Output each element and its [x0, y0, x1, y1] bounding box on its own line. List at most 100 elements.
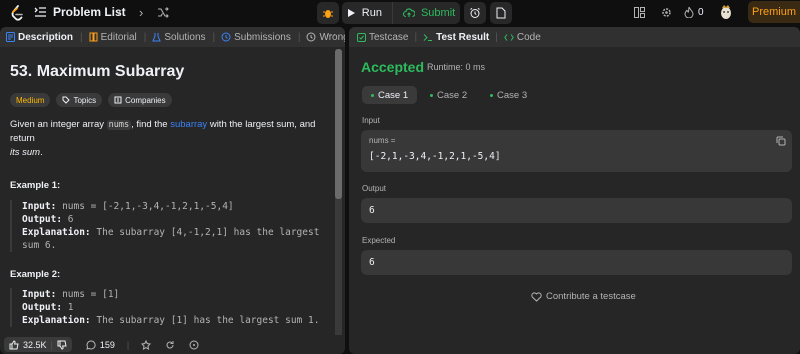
result-panel: Testcase | Test Result | Code Accepted R… [349, 27, 800, 354]
tab-code[interactable]: Code [504, 32, 547, 43]
like-button[interactable]: 32.5K [9, 340, 47, 350]
thumbs-down-icon [57, 340, 67, 350]
scrollbar[interactable] [335, 49, 342, 349]
tab-submissions[interactable]: Submissions [221, 32, 298, 43]
terminal-icon [423, 33, 433, 41]
next-problem-icon[interactable]: › [139, 5, 143, 20]
tab-description-label: Description [18, 31, 74, 43]
gear-icon[interactable] [661, 7, 672, 18]
example-title: Example 2: [10, 269, 61, 280]
problem-tabs: Description | Editorial | Solutions | Su… [0, 27, 345, 47]
checkbox-icon [357, 32, 366, 42]
streak-count: 0 [698, 6, 704, 18]
shuffle-icon[interactable] [157, 7, 169, 18]
contribute-testcase-button[interactable]: Contribute a testcase [531, 291, 636, 302]
tab-solutions[interactable]: Solutions [152, 32, 212, 43]
problem-list-button[interactable]: Problem List [34, 5, 126, 19]
submit-button[interactable]: Submit [391, 2, 465, 24]
tab-description[interactable]: Description [6, 32, 80, 43]
description-icon [6, 32, 15, 42]
example-explanation-key: Explanation: [22, 227, 91, 238]
history-icon [221, 32, 231, 42]
difficulty-badge[interactable]: Medium [10, 93, 51, 107]
divider: | [126, 339, 130, 350]
cloud-upload-icon [402, 8, 415, 18]
streak-counter[interactable]: 0 [684, 6, 704, 18]
result-tabs: Testcase | Test Result | Code [349, 27, 800, 47]
like-dislike-group: 32.5K | [4, 337, 72, 352]
case-tab-3[interactable]: Case 3 [481, 86, 536, 104]
code-icon [504, 33, 514, 41]
example-title: Example 1: [10, 180, 61, 191]
avatar[interactable] [719, 4, 733, 20]
example-input-key: Input: [22, 201, 57, 212]
premium-button[interactable]: Premium [748, 1, 800, 23]
history-icon [306, 32, 316, 42]
tab-divider: | [495, 31, 498, 43]
timer-button[interactable] [464, 2, 486, 24]
input-label: Input [362, 116, 380, 125]
example-block: Input: nums = [-2,1,-3,4,-1,2,1,-5,4] Ou… [10, 200, 328, 252]
tab-divider: | [414, 31, 418, 43]
example-explanation-value: The subarray [4,-1,2,1] has the largest [96, 227, 320, 238]
input-box: nums = [-2,1,-3,4,-1,2,1,-5,4] [361, 130, 792, 172]
status-badge: Accepted [361, 59, 425, 75]
prev-problem-icon[interactable]: ‹ [117, 5, 121, 20]
flask-icon [152, 33, 162, 42]
page-title: 53. Maximum Subarray [10, 63, 185, 80]
case-tab-2[interactable]: Case 2 [421, 86, 476, 104]
dislike-button[interactable] [57, 340, 67, 350]
output-label: Output [362, 184, 387, 193]
flame-icon [684, 6, 694, 18]
list-icon [34, 7, 46, 17]
layout-icon[interactable] [634, 7, 645, 18]
star-icon[interactable] [141, 339, 152, 350]
tab-submissions-label: Submissions [234, 31, 291, 43]
subarray-link[interactable]: subarray [170, 119, 207, 130]
share-icon[interactable] [165, 340, 175, 350]
case-tab-1[interactable]: Case 1 [362, 86, 418, 104]
play-icon [347, 9, 355, 17]
expected-box: 6 [361, 250, 792, 275]
case-label: Case 3 [497, 89, 528, 101]
leetcode-logo-icon[interactable] [8, 4, 26, 22]
alarm-clock-icon [470, 7, 480, 18]
tab-test-result[interactable]: Test Result [423, 32, 495, 43]
comments-button[interactable]: 159 [86, 340, 115, 350]
more-icon[interactable]: ⋯ [326, 30, 337, 41]
expected-value: 6 [369, 257, 375, 268]
example-input-key: Input: [22, 289, 57, 300]
tab-divider: | [297, 31, 301, 43]
tab-code-label: Code [516, 31, 541, 43]
comment-count: 159 [99, 339, 115, 350]
contribute-label: Contribute a testcase [546, 291, 636, 302]
tab-testcase-label: Testcase [369, 31, 409, 43]
pass-dot [371, 93, 374, 97]
debug-button[interactable] [317, 2, 339, 24]
topics-badge[interactable]: Topics [56, 93, 103, 107]
submit-label: Submit [420, 7, 456, 19]
scrollbar-thumb[interactable] [335, 49, 342, 199]
divider: | [50, 339, 53, 350]
runtime-text: Runtime: 0 ms [427, 62, 486, 72]
notes-button[interactable] [490, 2, 512, 24]
problem-badges: Medium Topics Companies [10, 93, 172, 107]
example-output-value: 1 [67, 302, 74, 313]
tab-editorial[interactable]: Editorial [89, 32, 144, 43]
comment-icon [86, 339, 96, 350]
copy-icon[interactable] [776, 136, 786, 146]
example-output-value: 6 [67, 214, 74, 225]
desc-code: nums [106, 120, 132, 130]
desc-text: . [40, 147, 43, 158]
tab-testcase[interactable]: Testcase [357, 32, 414, 43]
companies-badge[interactable]: Companies [108, 93, 172, 107]
help-icon[interactable] [189, 340, 199, 350]
run-button[interactable]: Run [337, 2, 392, 24]
output-box: 6 [361, 198, 792, 223]
desc-italic: its sum [10, 147, 41, 158]
note-icon [496, 7, 506, 19]
book-icon [89, 32, 98, 42]
input-var: nums = [369, 136, 396, 145]
example-input-value: nums = [1] [62, 289, 120, 300]
tab-divider: | [212, 31, 216, 43]
